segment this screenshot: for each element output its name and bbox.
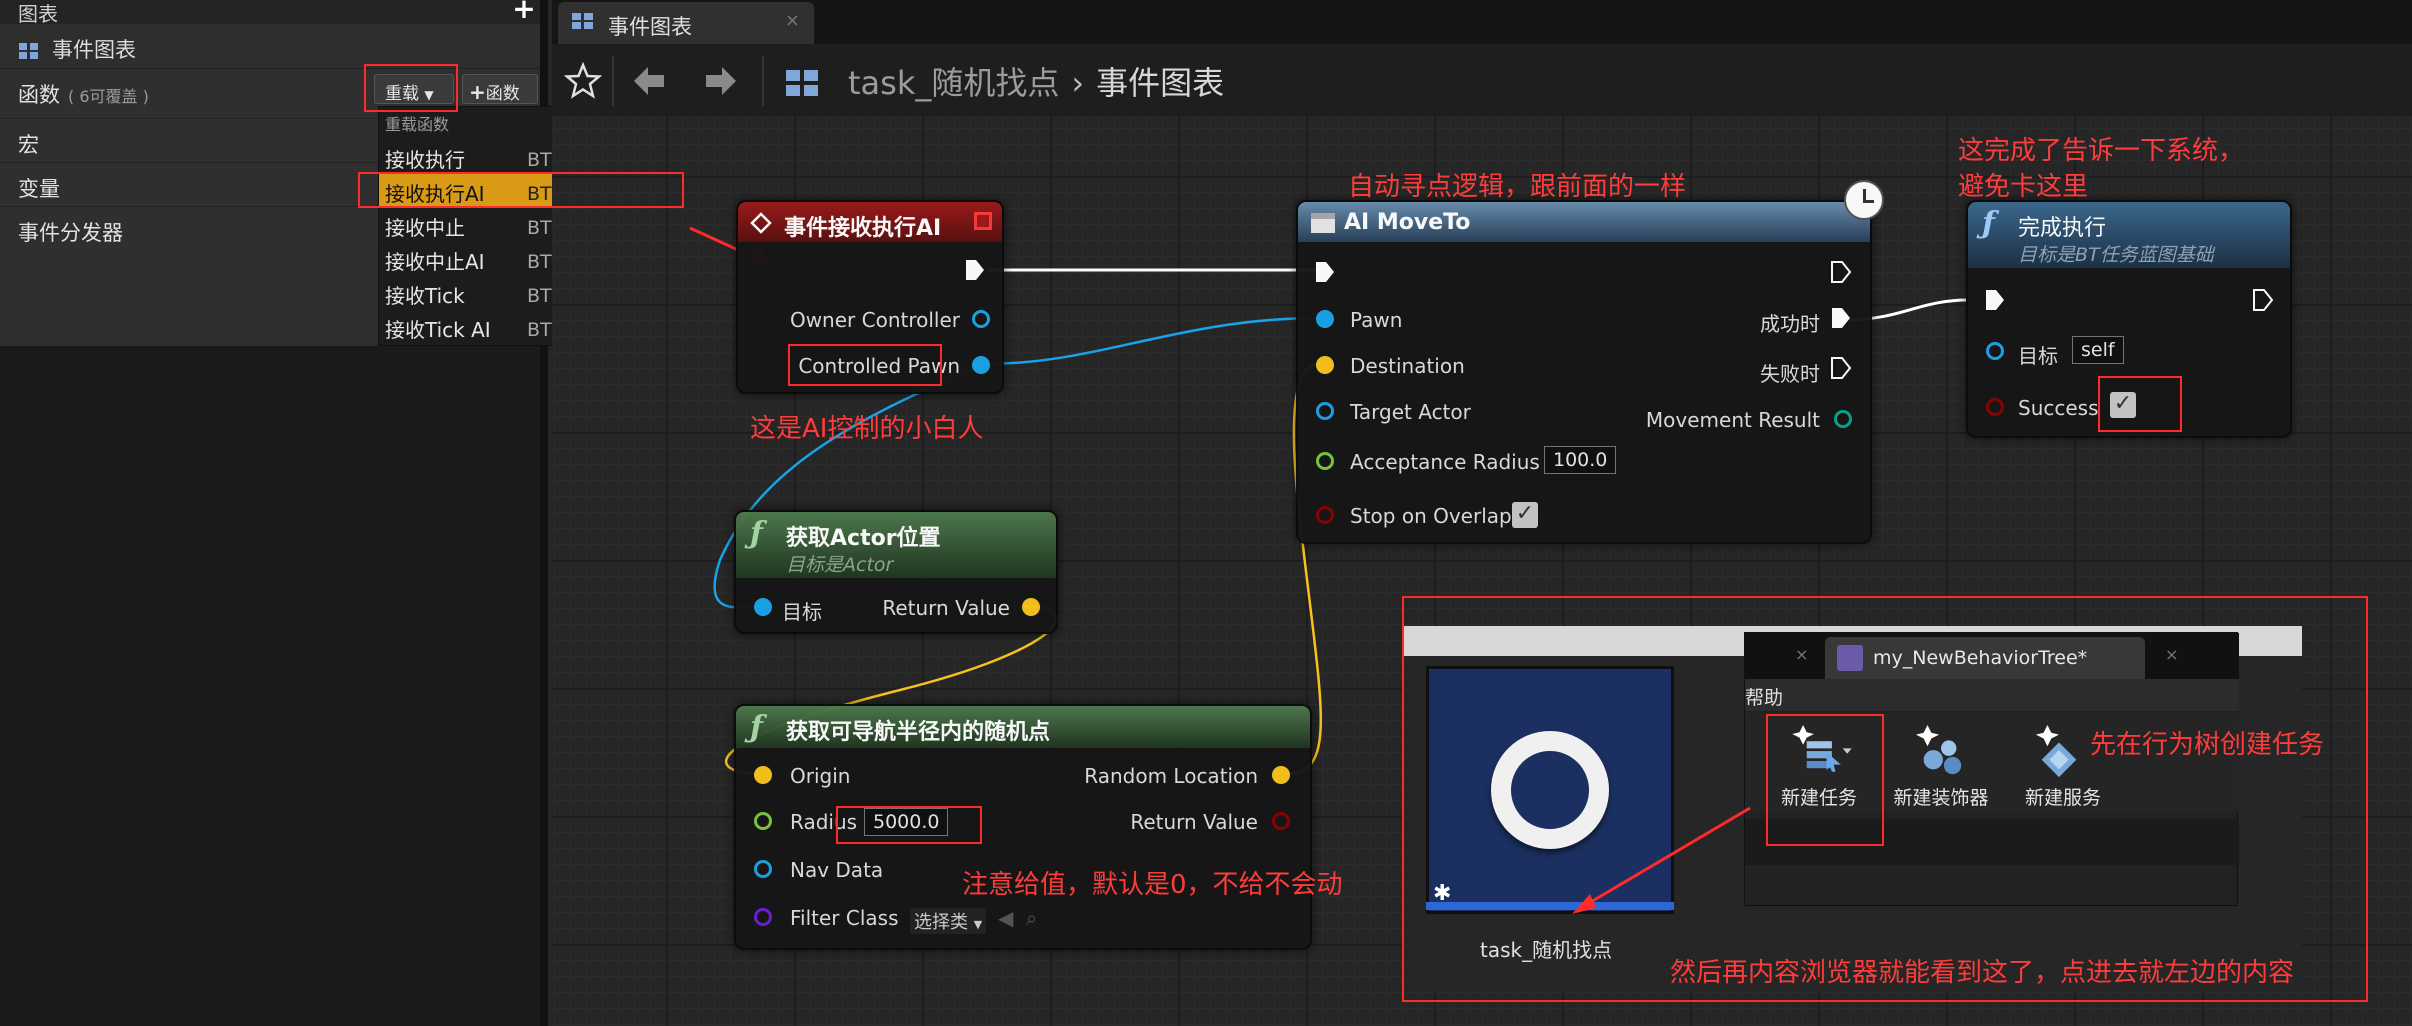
latent-node-icon: [1311, 213, 1335, 233]
return-value-pin-label: Return Value: [882, 596, 1010, 620]
clock-hand: [1863, 200, 1874, 203]
clock-icon: [1844, 180, 1884, 220]
node-title: 获取可导航半径内的随机点: [786, 720, 1051, 745]
target-pin-label: 目标: [782, 600, 822, 624]
on-fail-exec-pin[interactable]: [1830, 356, 1852, 380]
random-location-pin[interactable]: [1272, 766, 1290, 784]
annotation-create-task-note: 先在行为树创建任务: [2090, 730, 2325, 760]
acceptance-radius-pin-label: Acceptance Radius: [1350, 450, 1540, 474]
nav-data-pin-label: Nav Data: [790, 858, 884, 882]
chevron-down-icon: ▼: [973, 918, 983, 931]
target-pin[interactable]: [1986, 342, 2004, 360]
success-pin[interactable]: [1986, 398, 2004, 416]
success-pin-label: Success: [2018, 396, 2099, 420]
class-picker[interactable]: 选择类 ▼: [910, 908, 987, 934]
controlled-pawn-pin[interactable]: [972, 356, 990, 374]
function-icon: ƒ: [1982, 206, 1995, 241]
pawn-wire: [984, 316, 1321, 366]
exec-out-pin[interactable]: [964, 258, 986, 282]
owner-controller-pin-label: Owner Controller: [789, 308, 960, 332]
node-title: 获取Actor位置: [786, 526, 941, 551]
highlight-box: [2098, 376, 2182, 432]
target-actor-pin-label: Target Actor: [1350, 400, 1471, 424]
pawn-pin[interactable]: [1316, 310, 1334, 328]
target-pin-label: 目标: [2018, 344, 2058, 368]
function-icon: ƒ: [750, 516, 763, 551]
owner-controller-pin[interactable]: [972, 310, 990, 328]
stop-on-overlap-checkbox[interactable]: ✓: [1512, 502, 1538, 528]
annotation-content-browser-note: 然后再内容浏览器就能看到这了，点进去就左边的内容: [1670, 958, 2295, 988]
blueprint-editor-window: 图表 + 事件图表 函数( 6可覆盖 ) 重载 ▼ +函数 宏 变量 事件分发器…: [0, 0, 2412, 1026]
target-actor-pin[interactable]: [1316, 402, 1334, 420]
origin-pin[interactable]: [754, 766, 772, 784]
filter-class-pin-label: Filter Class: [790, 906, 899, 930]
annotation-finish-note-2: 避免卡这里: [1958, 172, 2089, 202]
node-header: ƒ 获取Actor位置 目标是Actor: [736, 512, 1056, 578]
annotation-radius-note: 注意给值，默认是0，不给不会动: [962, 870, 1343, 900]
radius-pin[interactable]: [754, 812, 772, 830]
stop-on-overlap-pin[interactable]: [1316, 506, 1334, 524]
acceptance-radius-value-field[interactable]: 100.0: [1544, 446, 1617, 474]
stop-on-overlap-pin-label: Stop on Overlap: [1350, 504, 1512, 528]
node-subtitle: 目标是BT任务蓝图基础: [2018, 244, 2214, 266]
highlight-box: [1766, 714, 1884, 846]
get-actor-location-node[interactable]: ƒ 获取Actor位置 目标是Actor 目标 Return Value: [734, 510, 1058, 634]
annotation-finish-note: 这完成了告诉一下系统，: [1958, 136, 2245, 166]
get-random-reachable-point-node[interactable]: ƒ 获取可导航半径内的随机点 Origin Random Location Ra…: [734, 704, 1312, 950]
nav-data-pin[interactable]: [754, 860, 772, 878]
highlight-box: [836, 806, 982, 844]
exec-in-pin[interactable]: [1314, 260, 1336, 284]
movement-result-pin[interactable]: [1834, 410, 1852, 428]
exec-in-pin[interactable]: [1984, 288, 2006, 312]
node-header: ƒ 获取可导航半径内的随机点: [736, 706, 1310, 748]
on-success-pin-label: 成功时: [1760, 312, 1820, 336]
annotation-pathfinding-note: 自动寻点逻辑，跟前面的一样: [1348, 172, 1687, 202]
class-picker-label: 选择类: [914, 912, 968, 933]
node-header: AI MoveTo: [1298, 202, 1870, 242]
random-location-pin-label: Random Location: [1084, 764, 1258, 788]
target-pin[interactable]: [754, 598, 772, 616]
highlight-box: [788, 344, 942, 386]
function-icon: ƒ: [750, 710, 763, 745]
exec-out-pin[interactable]: [1830, 260, 1852, 284]
node-title: 完成执行: [2018, 216, 2107, 241]
event-diamond-icon: [750, 212, 772, 234]
destination-pin-label: Destination: [1350, 354, 1465, 378]
on-success-exec-pin[interactable]: [1830, 306, 1852, 330]
acceptance-radius-pin[interactable]: [1316, 452, 1334, 470]
target-self-field[interactable]: self: [2072, 336, 2124, 364]
node-header: 事件接收执行AI: [738, 202, 1002, 242]
node-title: 事件接收执行AI: [784, 216, 942, 241]
browse-search-icon[interactable]: ⌕: [1026, 906, 1037, 930]
filter-class-pin[interactable]: [754, 908, 772, 926]
destination-pin[interactable]: [1316, 356, 1334, 374]
exec-out-pin[interactable]: [2252, 288, 2274, 312]
ai-moveto-node[interactable]: AI MoveTo Pawn 成功时 Destination 失败时 Targe…: [1296, 180, 1884, 544]
highlight-box: [1402, 596, 2368, 1002]
highlight-box: [358, 172, 684, 208]
return-value-pin[interactable]: [1022, 598, 1040, 616]
return-value-pin-label: Return Value: [1130, 810, 1258, 834]
node-subtitle: 目标是Actor: [786, 554, 894, 576]
origin-pin-label: Origin: [790, 764, 851, 788]
use-selected-arrow-icon[interactable]: ◀: [998, 906, 1013, 930]
pawn-pin-label: Pawn: [1350, 308, 1403, 332]
annotation-pawn-note: 这是AI控制的小白人: [750, 414, 984, 444]
highlight-box: [364, 64, 458, 112]
on-fail-pin-label: 失败时: [1760, 362, 1820, 386]
node-header: ƒ 完成执行 目标是BT任务蓝图基础: [1968, 202, 2290, 268]
node-title: AI MoveTo: [1344, 210, 1471, 235]
return-value-pin[interactable]: [1272, 812, 1290, 830]
event-delegate-pin[interactable]: [974, 212, 992, 230]
movement-result-pin-label: Movement Result: [1645, 408, 1820, 432]
